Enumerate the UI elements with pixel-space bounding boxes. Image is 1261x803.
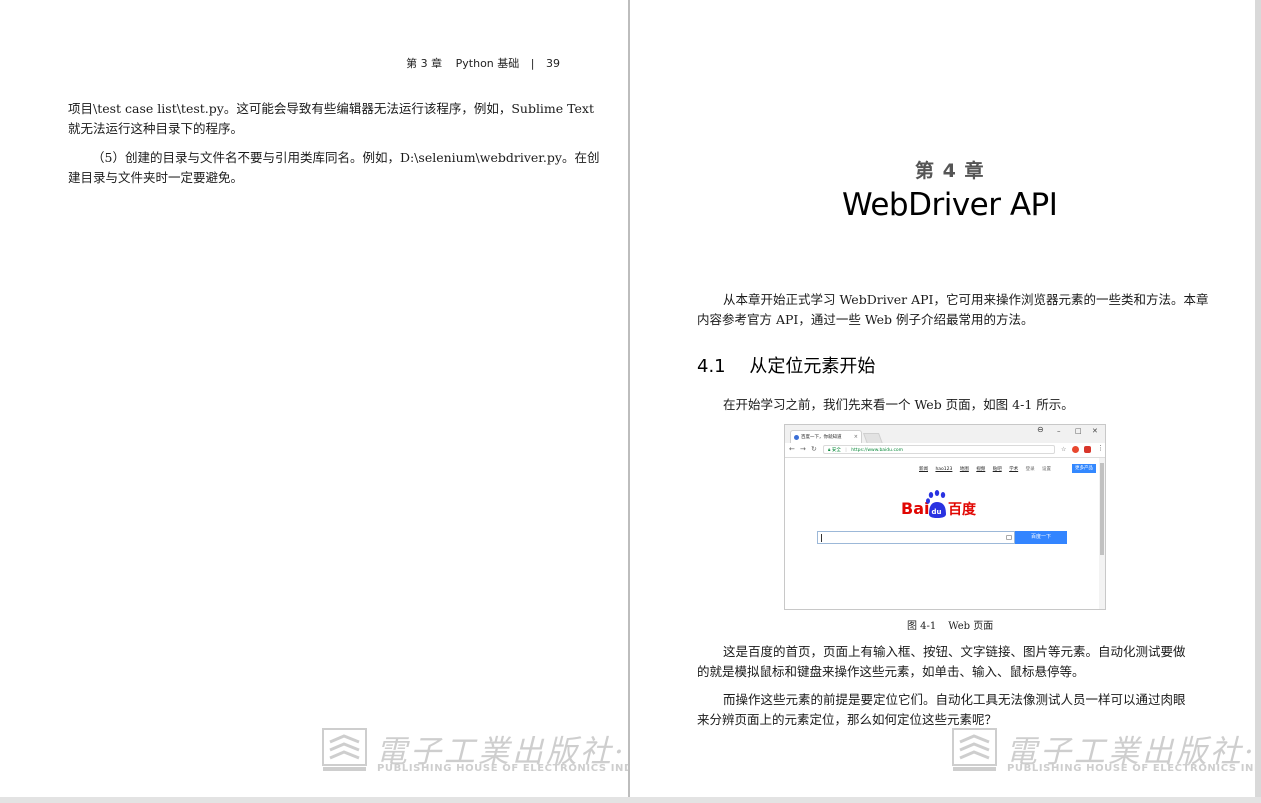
profile-icon: ⊖ [1037, 425, 1044, 434]
tab-close-icon: × [853, 434, 858, 440]
publisher-logo-icon [322, 728, 367, 771]
minimize-icon: – [1057, 427, 1061, 435]
paragraph-line: 建目录与文件夹时一定要避免。 [68, 170, 244, 185]
top-link: 学术 [1009, 467, 1019, 472]
book-spread: 第 3 章 Python 基础 | 39 项目\test case list\t… [0, 0, 1261, 803]
tab-favicon-icon [794, 435, 799, 440]
top-link: 登录 [1025, 467, 1035, 472]
address-url: https://www.baidu.com [851, 448, 904, 453]
paragraph-line: 而操作这些元素的前提是要定位它们。自动化工具无法像测试人员一样可以通过肉眼 [723, 692, 1186, 707]
baidu-search-button: 百度一下 [1015, 531, 1067, 544]
paragraph-line: 从本章开始正式学习 WebDriver API，它可用来操作浏览器元素的一些类和… [723, 292, 1209, 307]
paragraph-line: 就无法运行这种目录下的程序。 [68, 121, 244, 136]
top-link: hao123 [935, 467, 953, 472]
intro-paragraph: 从本章开始正式学习 WebDriver API，它可用来操作浏览器元素的一些类和… [697, 290, 1209, 330]
forward-icon: → [800, 445, 806, 453]
lock-icon: 🔒︎ [828, 448, 831, 453]
logo-paw-text: du [932, 508, 942, 516]
browser-toolbar: ← → ↻ 🔒︎ 安全 | https://www.baidu.com ☆ ⋮ [785, 443, 1105, 458]
address-separator: | [845, 448, 847, 453]
top-link: 地图 [959, 467, 969, 472]
figure-caption: 图 4-1 Web 页面 [907, 617, 993, 632]
back-icon: ← [789, 445, 795, 453]
figure-caption-number: 图 4-1 [907, 621, 937, 632]
running-header-title: Python 基础 [455, 57, 520, 70]
paragraph-line: 在开始学习之前，我们先来看一个 Web 页面，如图 4-1 所示。 [723, 397, 1074, 412]
chapter-number: 第 4 章 [915, 160, 985, 182]
menu-dots-icon: ⋮ [1097, 444, 1104, 452]
right-page: 第 4 章 WebDriver API 从本章开始正式学习 WebDriver … [630, 0, 1261, 803]
section-title: 从定位元素开始 [749, 356, 876, 377]
top-link: 设置 [1042, 467, 1052, 472]
paragraph-line: 内容参考官方 API，通过一些 Web 例子介绍最常用的方法。 [697, 312, 1034, 327]
publisher-watermark: 電子工業出版社· PUBLISHING HOUSE OF ELECTRONICS… [952, 726, 1261, 776]
running-header: 第 3 章 Python 基础 | 39 [360, 55, 560, 71]
maximize-icon: □ [1075, 427, 1082, 435]
page-edge-bottom [0, 797, 1261, 803]
extension-icon [1072, 446, 1079, 453]
bookmark-star-icon: ☆ [1061, 446, 1067, 453]
figure-browser-screenshot: 百度一下，你就知道 × ⊖ – □ ✕ ← → ↻ 🔒︎ 安全 | https:… [784, 424, 1106, 610]
paragraph-line: 这是百度的首页，页面上有输入框、按钮、文字链接、图片等元素。自动化测试要做 [723, 644, 1186, 659]
paragraph: 这是百度的首页，页面上有输入框、按钮、文字链接、图片等元素。自动化测试要做 的就… [697, 642, 1190, 682]
address-bar: 🔒︎ 安全 | https://www.baidu.com [823, 445, 1055, 454]
page-number: 39 [546, 57, 560, 70]
secure-label: 安全 [831, 448, 841, 453]
top-link: 新闻 [919, 467, 928, 472]
paragraph: 项目\test case list\test.py。这可能会导致有些编辑器无法运… [68, 99, 594, 139]
baidu-search-input [817, 531, 1015, 544]
text-caret [821, 534, 822, 542]
close-icon: ✕ [1092, 427, 1098, 435]
publisher-logo-icon [952, 728, 997, 771]
paragraph-line: 项目\test case list\test.py。这可能会导致有些编辑器无法运… [68, 101, 594, 116]
top-link: 视频 [976, 467, 986, 472]
watermark-english: PUBLISHING HOUSE OF ELECTRONICS INDUSTRY [1007, 763, 1261, 774]
browser-scrollbar-thumb [1100, 463, 1104, 555]
chapter-title: WebDriver API [842, 187, 1058, 223]
section-number: 4.1 [697, 356, 726, 377]
left-page: 第 3 章 Python 基础 | 39 项目\test case list\t… [0, 0, 672, 803]
section-lead: 在开始学习之前，我们先来看一个 Web 页面，如图 4-1 所示。 [723, 395, 1183, 415]
camera-icon [1006, 535, 1012, 540]
publisher-watermark: 電子工業出版社· PUBLISHING HOUSE OF ELECTRONICS… [322, 726, 672, 776]
logo-text-left: Bai [901, 499, 929, 518]
baidu-logo: Bai du 百度 [901, 490, 977, 518]
paragraph: （5）创建的目录与文件名不要与引用类库同名。例如，D:\selenium\web… [68, 148, 600, 188]
section-heading: 4.1 从定位元素开始 [697, 352, 875, 378]
paragraph: 而操作这些元素的前提是要定位它们。自动化工具无法像测试人员一样可以通过肉眼 来分… [697, 690, 1190, 730]
logo-text-right: 百度 [948, 501, 977, 518]
figure-caption-text: Web 页面 [948, 621, 994, 632]
paragraph-line: 的就是模拟鼠标和键盘来操作这些元素，如单击、输入、鼠标悬停等。 [697, 664, 1085, 679]
extension-icon [1084, 446, 1091, 453]
top-link: 贴吧 [992, 467, 1002, 472]
page-edge-right [1255, 0, 1261, 803]
browser-tab: 百度一下，你就知道 × [790, 430, 862, 443]
running-header-chapter: 第 3 章 [406, 57, 443, 70]
reload-icon: ↻ [811, 445, 817, 453]
more-products-button: 更多产品 [1072, 464, 1096, 473]
running-header-separator: | [530, 57, 535, 70]
baidu-top-links: 新闻 hao123 地图 视频 贴吧 学术 登录 设置 [919, 466, 1057, 472]
tab-title: 百度一下，你就知道 [801, 435, 842, 440]
paragraph-line: （5）创建的目录与文件名不要与引用类库同名。例如，D:\selenium\web… [92, 150, 600, 165]
